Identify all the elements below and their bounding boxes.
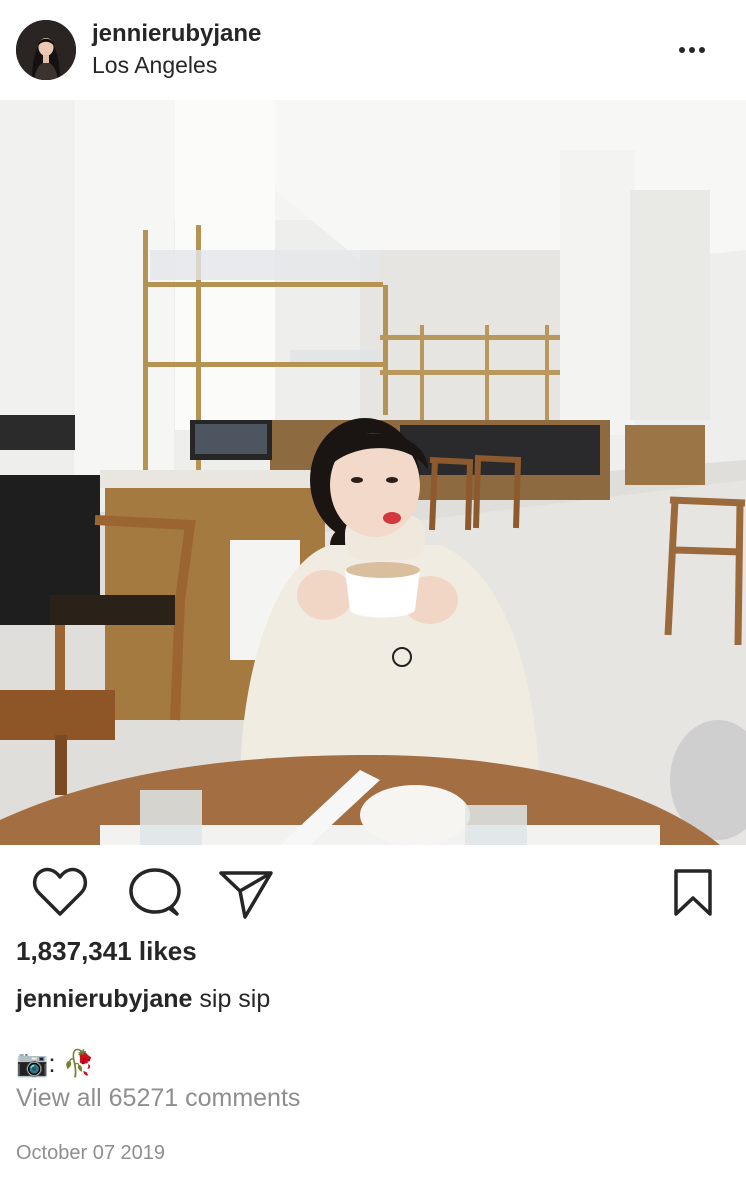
avatar[interactable] (16, 20, 76, 80)
likes-count[interactable]: 1,837,341 likes (16, 936, 197, 967)
caption-username[interactable]: jennierubyjane (16, 985, 192, 1013)
view-comments-link[interactable]: View all 65271 comments (16, 1084, 300, 1113)
wilted-rose-icon: 🥀 (62, 1048, 96, 1078)
comment-bubble-icon[interactable] (128, 866, 182, 925)
bookmark-icon[interactable] (672, 868, 714, 923)
avatar-image (16, 20, 76, 80)
post-photo[interactable] (0, 100, 746, 845)
action-bar (0, 848, 746, 938)
caption: jennierubyjane sip sip (16, 985, 270, 1014)
caption-emoji-line: 📷: 🥀 (16, 1048, 95, 1079)
post-header: jennierubyjane Los Angeles (0, 0, 746, 100)
caption-text: sip sip (192, 985, 271, 1013)
cafe-photo (0, 100, 746, 845)
post-location[interactable]: Los Angeles (92, 52, 217, 79)
post-username[interactable]: jennierubyjane (92, 20, 261, 48)
heart-icon[interactable] (32, 866, 88, 923)
more-options-icon[interactable] (678, 36, 706, 64)
caption-separator: : (48, 1048, 63, 1078)
paper-plane-icon[interactable] (218, 868, 274, 925)
camera-icon: 📷 (16, 1048, 49, 1078)
post-date: October 07 2019 (16, 1142, 165, 1164)
